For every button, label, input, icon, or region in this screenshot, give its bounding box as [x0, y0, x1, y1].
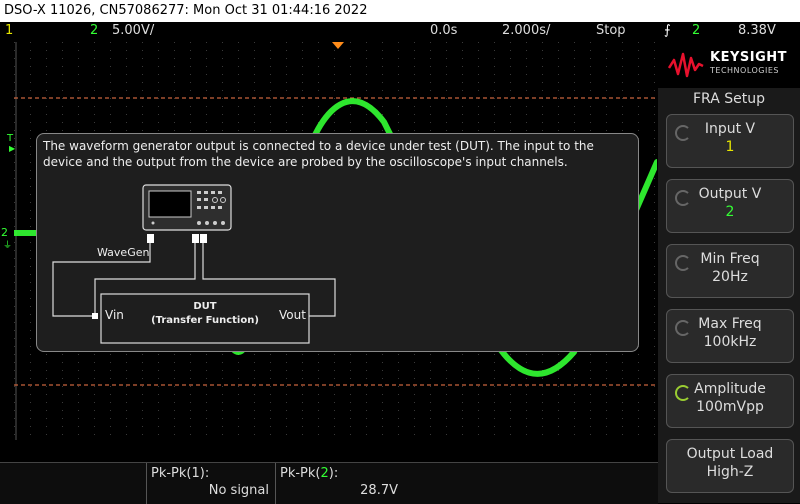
softkey-min-freq[interactable]: Min Freq 20Hz — [666, 244, 794, 298]
title-bar: DSO-X 11026, CN57086277: Mon Oct 31 01:4… — [0, 0, 800, 22]
dut-title: DUT — [193, 301, 217, 312]
keysight-wave-icon — [668, 52, 704, 78]
softkey-value: 100mVpp — [696, 399, 764, 415]
vin-node — [92, 313, 98, 319]
menu-title: FRA Setup — [693, 91, 765, 107]
pkpk2-label-suffix: ): — [328, 466, 339, 481]
pkpk2-label: Pk-Pk(2): — [280, 466, 338, 481]
softkey-label: Output Load — [686, 446, 774, 462]
rotate-icon — [675, 125, 691, 141]
pkpk1-label: Pk-Pk(1): — [151, 466, 210, 481]
trigger-arrow-icon: ▶ — [9, 144, 16, 153]
softkey-value: High-Z — [706, 464, 754, 480]
pkpk2-label-prefix: Pk-Pk( — [280, 466, 321, 481]
wavegen-label: WaveGen — [97, 246, 150, 259]
measurement-pkpk1[interactable]: Pk-Pk(1): No signal — [146, 463, 273, 504]
ch2-scale: 5.00V/ — [112, 23, 155, 38]
softkey-input-v[interactable]: Input V 1 — [666, 114, 794, 168]
trigger-marker: T — [7, 133, 14, 144]
title-text: DSO-X 11026, CN57086277: Mon Oct 31 01:4… — [4, 3, 368, 18]
pkpk2-value: 28.7V — [360, 483, 398, 498]
rotate-icon — [675, 255, 691, 271]
softkey-max-freq[interactable]: Max Freq 100kHz — [666, 309, 794, 363]
ch1-indicator[interactable]: 1 — [5, 22, 13, 40]
trigger-edge-icon: ⨍ — [664, 23, 671, 38]
trigger-level: 8.38V — [738, 23, 776, 38]
pkpk1-value: No signal — [208, 483, 269, 498]
oscilloscope-icon — [142, 184, 232, 231]
dut-subtitle: (Transfer Function) — [151, 315, 259, 326]
rotate-icon — [675, 190, 691, 206]
softkey-panel: KEYSIGHT TECHNOLOGIES FRA Setup Input V … — [658, 40, 800, 503]
time-offset: 0.0s — [430, 23, 458, 38]
fra-connection-dialog: The waveform generator output is connect… — [36, 133, 639, 352]
time-scale: 2.000s/ — [502, 23, 551, 38]
softkey-value: 100kHz — [703, 334, 757, 350]
run-state: Stop — [596, 23, 626, 38]
measurement-bar: Pk-Pk(1): No signal Pk-Pk(2): 28.7V — [0, 462, 658, 504]
softkey-output-v[interactable]: Output V 2 — [666, 179, 794, 233]
softkey-value: 2 — [725, 204, 735, 220]
trigger-channel: 2 — [692, 23, 701, 38]
logo-brand: KEYSIGHT — [710, 50, 787, 65]
bnc-connectors — [147, 234, 207, 243]
ground-icon: ⏚ — [3, 241, 13, 251]
softkey-value: 1 — [725, 139, 735, 155]
status-bar: 1 2 5.00V/ 0.0s 2.000s/ Stop ⨍ 2 8.38V — [0, 22, 800, 40]
rotate-icon — [675, 320, 691, 336]
rotate-active-icon — [675, 385, 691, 401]
logo-subtitle: TECHNOLOGIES — [710, 66, 779, 75]
softkey-amplitude[interactable]: Amplitude 100mVpp — [666, 374, 794, 428]
softkey-output-load[interactable]: Output Load High-Z — [666, 439, 794, 493]
measurement-pkpk2[interactable]: Pk-Pk(2): 28.7V — [275, 463, 402, 504]
pkpk2-channel: 2 — [320, 466, 329, 481]
ch2-indicator[interactable]: 2 — [90, 22, 98, 40]
softkey-value: 20Hz — [712, 269, 748, 285]
keysight-logo: KEYSIGHT TECHNOLOGIES — [658, 40, 800, 88]
